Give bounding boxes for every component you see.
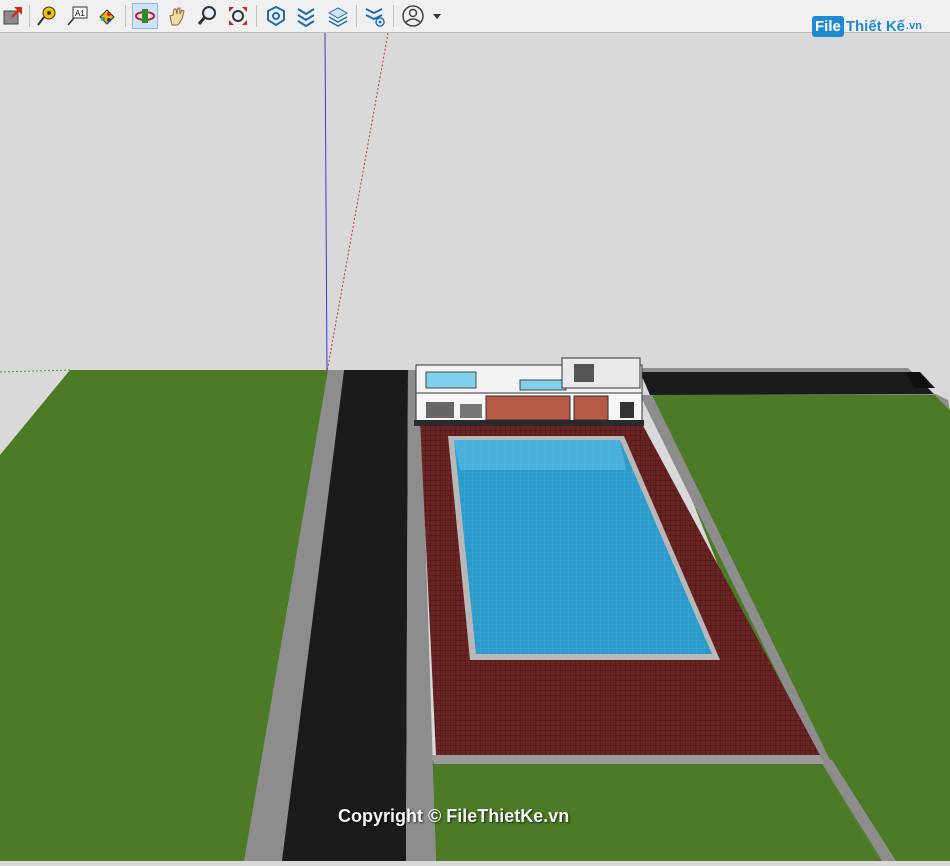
warehouse-icon: [267, 5, 285, 27]
logo-domain-text: .vn: [906, 20, 922, 32]
layers-icon: [327, 7, 349, 27]
building-base: [414, 420, 644, 426]
account-icon: [402, 5, 441, 27]
logo-file-text: File: [812, 15, 844, 37]
toolbar-separator: [256, 5, 257, 27]
pan-tool-button[interactable]: [164, 3, 190, 29]
sketchup-toolbar: A1: [0, 0, 950, 33]
logo-brand-text: Thiết Kế: [845, 17, 906, 35]
section-plane-tool-button[interactable]: [0, 3, 26, 29]
tape-measure-tool-button[interactable]: [34, 3, 60, 29]
scene-canvas: [0, 32, 950, 861]
extension-icon: [365, 8, 385, 27]
deck-edge: [432, 755, 824, 764]
text-label-icon: A1: [67, 6, 88, 26]
pan-icon: [169, 7, 185, 26]
toolbar-separator: [29, 5, 30, 27]
road-top-curb: [640, 368, 912, 372]
filethietke-logo: File Thiết Kế .vn: [812, 12, 922, 40]
sky-background: [0, 33, 950, 373]
rooftop-equipment: [574, 364, 594, 382]
3d-warehouse-button[interactable]: [263, 3, 289, 29]
chevron-down-icon: [433, 14, 441, 19]
section-plane-icon: [3, 7, 22, 25]
text-label-glyph: A1: [75, 9, 85, 18]
rooftop-structure: [561, 357, 641, 389]
zoom-tool-button[interactable]: [194, 3, 220, 29]
components-button[interactable]: [293, 3, 319, 29]
copyright-watermark: Copyright © FileThietKe.vn: [338, 806, 570, 826]
orbit-icon: [135, 9, 155, 23]
toolbar-separator: [125, 5, 126, 27]
toolbar-separator: [393, 5, 394, 27]
zoom-icon: [197, 6, 216, 25]
facade-vent: [620, 402, 634, 418]
facade-window: [426, 402, 454, 418]
pool-far-wall: [454, 440, 626, 470]
facade-brick-panel: [485, 395, 571, 421]
paint-bucket-tool-button[interactable]: [94, 3, 120, 29]
skylight-left: [425, 371, 477, 389]
toolbar-separator: [356, 5, 357, 27]
paint-bucket-icon: [99, 9, 115, 25]
extension-manager-button[interactable]: [362, 3, 388, 29]
road-top: [640, 372, 935, 395]
orbit-tool-button[interactable]: [132, 3, 158, 29]
tape-measure-icon: [37, 6, 56, 26]
zoom-extents-icon: [229, 7, 247, 25]
skylight-center: [519, 379, 567, 391]
3d-model-viewport[interactable]: File Thiết Kế .vn: [0, 15, 950, 861]
components-icon: [297, 8, 315, 27]
text-tool-button[interactable]: A1: [64, 3, 90, 29]
account-menu-button[interactable]: [400, 3, 448, 29]
layers-button[interactable]: [325, 3, 351, 29]
zoom-extents-tool-button[interactable]: [225, 3, 251, 29]
facade-brick-panel-right: [573, 395, 609, 421]
facade-door: [460, 404, 482, 418]
